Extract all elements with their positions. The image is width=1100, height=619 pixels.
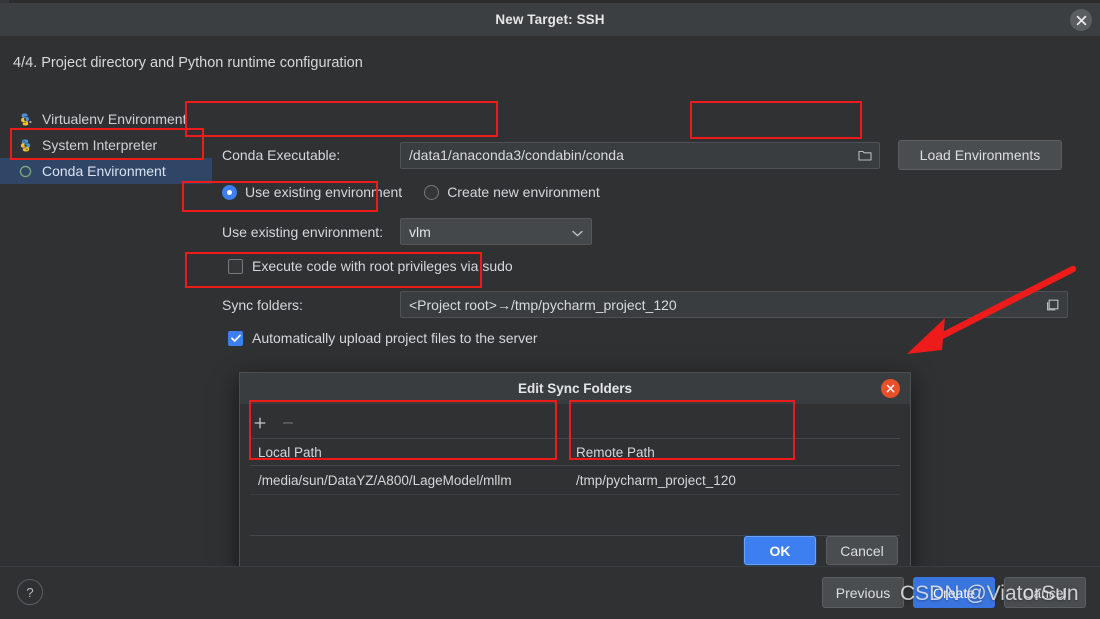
- sync-folders-row: Sync folders: <Project root>→/tmp/pychar…: [222, 291, 1092, 318]
- sidebar-item-conda-environment[interactable]: Conda Environment: [0, 158, 212, 184]
- folder-icon[interactable]: [1043, 295, 1063, 315]
- checkbox-indicator: [228, 258, 243, 274]
- sync-folders-label: Sync folders:: [222, 296, 303, 313]
- checkbox-execute-with-sudo[interactable]: Execute code with root privileges via su…: [228, 258, 513, 274]
- chevron-down-icon: [572, 224, 583, 240]
- radio-create-new-environment[interactable]: Create new environment: [424, 184, 600, 200]
- dialog-body: Local Path Remote Path /media/sun/DataYZ…: [240, 404, 910, 575]
- cell-local-path[interactable]: /media/sun/DataYZ/A800/LageModel/mllm: [250, 473, 568, 488]
- cancel-button[interactable]: Cancel: [826, 536, 898, 565]
- sidebar-item-virtualenv-environment[interactable]: Virtualenv Environment: [0, 106, 212, 132]
- new-target-ssh-window: New Target: SSH 4/4. Project directory a…: [0, 3, 1100, 619]
- page-title: 4/4. Project directory and Python runtim…: [13, 55, 363, 71]
- plus-icon[interactable]: [250, 413, 270, 433]
- sidebar-item-label: System Interpreter: [42, 137, 158, 153]
- window-title: New Target: SSH: [495, 12, 605, 27]
- sudo-checkbox-row: Execute code with root privileges via su…: [228, 258, 513, 274]
- annotation-box-conda-executable: [185, 101, 498, 137]
- dialog-actions: OK Cancel: [744, 536, 898, 565]
- checkbox-indicator-checked: [228, 330, 243, 346]
- close-icon[interactable]: [881, 379, 900, 398]
- checkbox-label: Automatically upload project files to th…: [252, 330, 538, 346]
- window-footer: ? Previous Create Cancel: [0, 566, 1100, 619]
- radio-use-existing-environment[interactable]: Use existing environment: [222, 184, 402, 200]
- existing-environment-row: Use existing environment: vlm: [222, 218, 592, 245]
- footer-actions: Previous Create Cancel: [822, 577, 1086, 608]
- conda-executable-row: Conda Executable: /data1/anaconda3/conda…: [222, 140, 1092, 170]
- cell-remote-path[interactable]: /tmp/pycharm_project_120: [568, 473, 790, 488]
- radio-indicator-selected: [222, 184, 237, 200]
- radio-indicator: [424, 184, 440, 200]
- sidebar-item-system-interpreter[interactable]: System Interpreter: [0, 132, 212, 158]
- radio-label: Create new environment: [447, 184, 600, 200]
- sidebar-item-label: Conda Environment: [42, 163, 166, 179]
- previous-button[interactable]: Previous: [822, 577, 904, 608]
- folder-icon[interactable]: [855, 145, 875, 165]
- edit-sync-folders-dialog: Edit Sync Folders Local Path Remote Path…: [239, 372, 911, 576]
- window-body: 4/4. Project directory and Python runtim…: [0, 36, 1100, 619]
- dialog-toolbar: [250, 412, 900, 434]
- annotation-box-load-environments: [690, 101, 862, 139]
- screenshot-root: New Target: SSH 4/4. Project directory a…: [0, 0, 1100, 619]
- environment-type-list: Virtualenv Environment System Interprete…: [0, 106, 212, 184]
- cancel-button[interactable]: Cancel: [1004, 577, 1086, 608]
- checkbox-auto-upload[interactable]: Automatically upload project files to th…: [228, 330, 538, 346]
- question-icon[interactable]: ?: [17, 579, 43, 605]
- column-header-remote-path[interactable]: Remote Path: [568, 445, 790, 460]
- table-row[interactable]: /media/sun/DataYZ/A800/LageModel/mllm /t…: [250, 466, 900, 495]
- radio-label: Use existing environment: [245, 184, 403, 200]
- sync-folders-input[interactable]: <Project root>→/tmp/pycharm_project_120: [400, 291, 1068, 318]
- conda-executable-value: /data1/anaconda3/condabin/conda: [409, 147, 624, 163]
- table-header-row: Local Path Remote Path: [250, 439, 900, 466]
- window-titlebar: New Target: SSH: [0, 3, 1100, 37]
- checkbox-label: Execute code with root privileges via su…: [252, 258, 513, 274]
- virtualenv-icon: [17, 111, 34, 128]
- load-environments-button[interactable]: Load Environments: [898, 140, 1062, 170]
- conda-icon: [17, 163, 34, 180]
- minus-icon: [278, 413, 298, 433]
- auto-upload-checkbox-row: Automatically upload project files to th…: [228, 330, 538, 346]
- dialog-title: Edit Sync Folders: [240, 373, 910, 404]
- column-header-local-path[interactable]: Local Path: [250, 445, 568, 460]
- python-icon: [17, 137, 34, 154]
- existing-environment-select[interactable]: vlm: [400, 218, 592, 245]
- table-empty-area: [250, 495, 900, 536]
- sidebar-item-label: Virtualenv Environment: [42, 111, 187, 127]
- sync-folders-value: <Project root>→/tmp/pycharm_project_120: [409, 296, 677, 313]
- create-button[interactable]: Create: [913, 577, 995, 608]
- existing-environment-label: Use existing environment:: [222, 223, 384, 240]
- environment-mode-radios: Use existing environment Create new envi…: [222, 184, 622, 200]
- conda-executable-input[interactable]: /data1/anaconda3/condabin/conda: [400, 141, 880, 169]
- existing-environment-value: vlm: [409, 223, 431, 240]
- ok-button[interactable]: OK: [744, 536, 816, 565]
- conda-executable-label: Conda Executable:: [222, 147, 341, 163]
- close-icon[interactable]: [1070, 9, 1092, 31]
- sync-folders-table: Local Path Remote Path /media/sun/DataYZ…: [250, 438, 900, 536]
